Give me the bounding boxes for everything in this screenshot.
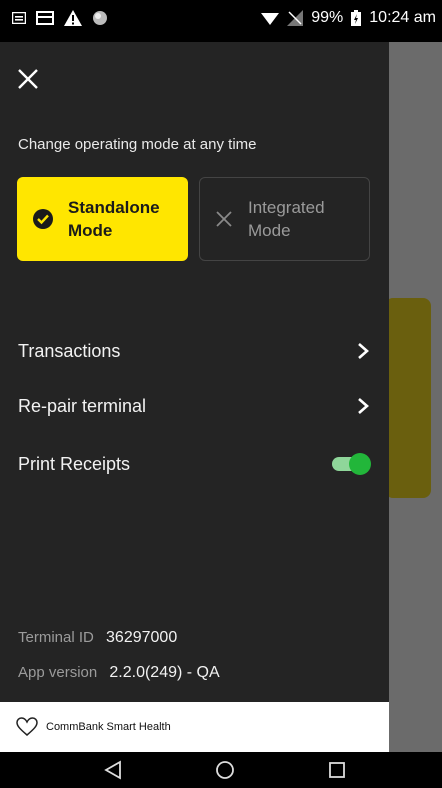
no-signal-icon [287, 10, 304, 26]
status-time: 10:24 am [369, 9, 436, 26]
navigation-drawer: Change operating mode at any time Standa… [0, 42, 389, 752]
menu-item-label: Print Receipts [18, 453, 131, 474]
brand-text: CommBank Smart Health [46, 721, 171, 733]
toggle-knob [349, 453, 371, 475]
heart-logo-icon [16, 717, 38, 736]
chevron-right-icon [358, 343, 369, 359]
menu-item-print-receipts: Print Receipts [18, 444, 371, 484]
close-icon[interactable] [14, 65, 42, 93]
message-icon [12, 12, 26, 24]
integrated-mode-line1: Integrated [248, 198, 325, 217]
cross-icon [216, 211, 232, 227]
menu-item-repair-terminal[interactable]: Re-pair terminal [18, 386, 370, 426]
system-nav-bar [0, 752, 442, 788]
app-version-label: App version [18, 664, 98, 681]
battery-percent: 99% [311, 9, 344, 26]
dot-icon [93, 11, 107, 25]
back-icon[interactable] [104, 760, 122, 780]
check-circle-icon [33, 209, 53, 229]
helper-text: Change operating mode at any time [18, 136, 257, 153]
terminal-id-value: 36297000 [106, 629, 178, 646]
menu-item-label: Transactions [18, 340, 121, 361]
standalone-mode-button[interactable]: Standalone Mode [17, 177, 188, 261]
integrated-mode-button[interactable]: Integrated Mode [199, 177, 370, 261]
battery-charging-icon [351, 10, 362, 26]
integrated-mode-line2: Mode [248, 221, 291, 240]
print-receipts-toggle[interactable] [330, 453, 371, 475]
terminal-id-label: Terminal ID [18, 629, 94, 646]
standalone-mode-line2: Mode [68, 221, 113, 240]
menu-item-label: Re-pair terminal [18, 395, 147, 416]
recents-icon[interactable] [328, 760, 346, 780]
brand-footer: CommBank Smart Health [0, 702, 389, 752]
terminal-id-row: Terminal ID 36297000 [18, 629, 177, 647]
card-icon [36, 11, 54, 25]
warning-icon [64, 10, 82, 26]
chevron-right-icon [358, 398, 369, 414]
standalone-mode-line1: Standalone [68, 198, 160, 217]
status-bar: 99% 10:24 am [0, 0, 442, 42]
home-icon[interactable] [215, 760, 235, 780]
wifi-icon [261, 13, 280, 25]
app-version-value: 2.2.0(249) - QA [109, 664, 220, 681]
menu-item-transactions[interactable]: Transactions [18, 331, 370, 371]
app-version-row: App version 2.2.0(249) - QA [18, 664, 220, 682]
background-card [385, 298, 431, 498]
